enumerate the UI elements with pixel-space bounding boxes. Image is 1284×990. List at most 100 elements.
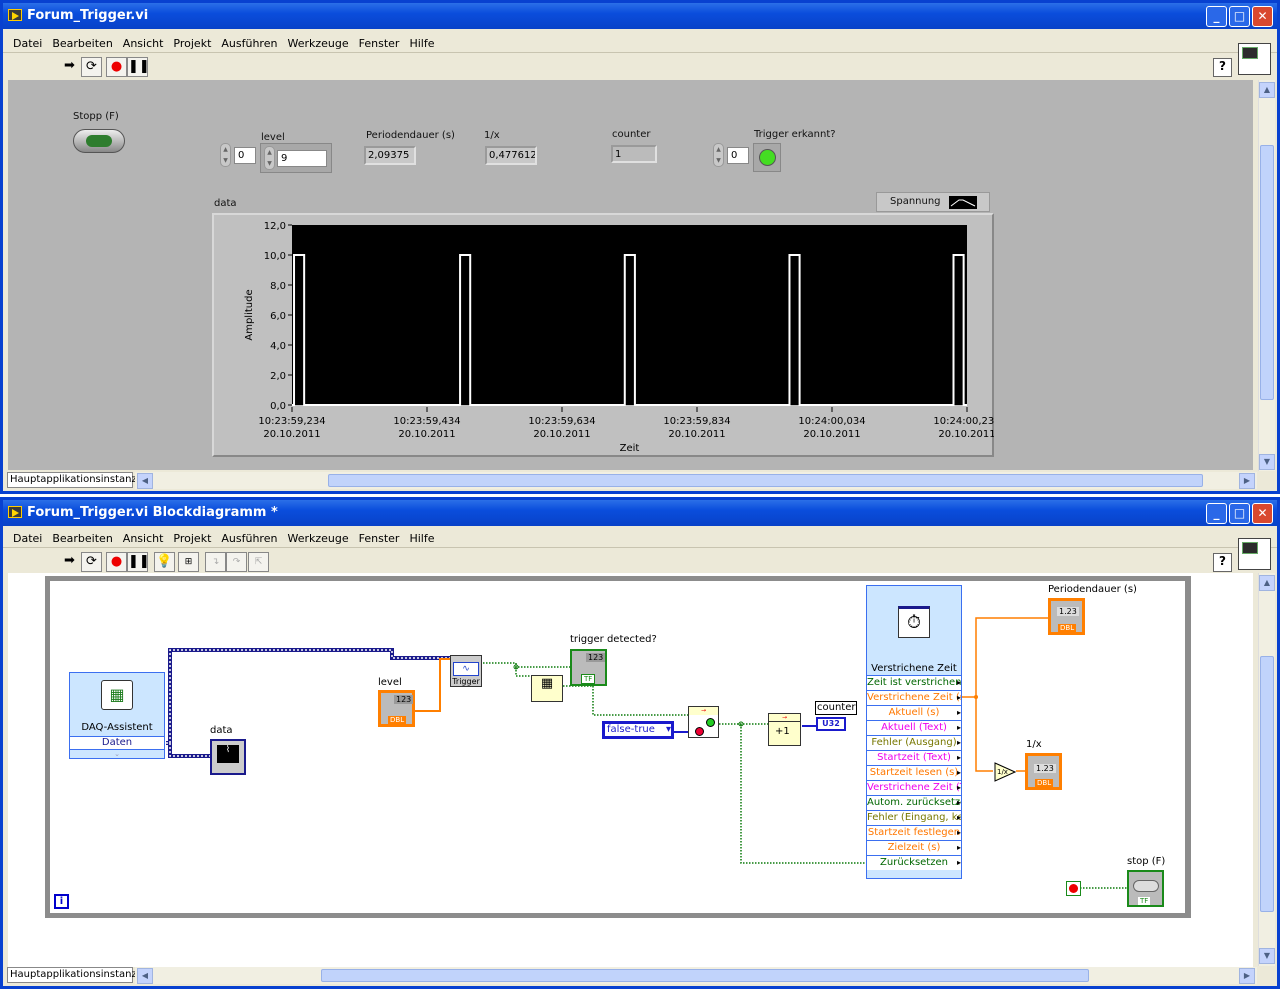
help-icon[interactable]: ? xyxy=(1213,58,1232,77)
scroll-down-button[interactable]: ▼ xyxy=(1259,948,1275,964)
scroll-left-button[interactable]: ◀ xyxy=(137,968,153,984)
elapsed-terminal-row[interactable]: Autom. zurücksetzen xyxy=(867,795,961,810)
menu-datei[interactable]: Datei xyxy=(8,34,47,53)
scroll-right-button[interactable]: ▶ xyxy=(1239,473,1255,489)
scroll-thumb[interactable] xyxy=(321,969,1089,982)
run-continuously-icon[interactable]: ⟳ xyxy=(81,552,102,572)
close-button[interactable]: ✕ xyxy=(1252,6,1273,27)
expand-chevron-icon[interactable]: ⌄ xyxy=(70,750,164,758)
counter-u32-terminal[interactable]: U32 xyxy=(816,717,846,731)
front-panel-vertical-scrollbar[interactable]: ▲ ▼ xyxy=(1258,80,1275,471)
menu-datei[interactable]: Datei xyxy=(8,529,47,548)
trigger-detected-terminal[interactable]: 123 TF xyxy=(570,649,607,686)
minimize-button[interactable]: _ xyxy=(1206,503,1227,524)
step-into-icon[interactable]: ↴ xyxy=(205,552,226,572)
run-arrow-icon[interactable]: ➡ xyxy=(59,552,80,572)
elapsed-terminal-row[interactable]: Startzeit (Text) xyxy=(867,750,961,765)
menu-hilfe[interactable]: Hilfe xyxy=(404,34,439,53)
edge-type-enum[interactable]: false-true ▾ xyxy=(602,721,674,739)
elapsed-time-node[interactable]: ⏱ Verstrichene Zeit Zeit ist verstrichen… xyxy=(866,585,962,879)
trigger-detection-vi[interactable]: ∿ Trigger xyxy=(450,655,482,687)
stop-constant[interactable] xyxy=(1066,881,1081,896)
elapsed-terminal-row[interactable]: Fehler (Ausgang) xyxy=(867,735,961,750)
scroll-down-button[interactable]: ▼ xyxy=(1259,454,1275,470)
level-value-field[interactable]: 9 xyxy=(277,150,327,167)
connector-pane-icon[interactable] xyxy=(1238,43,1271,75)
stop-terminal[interactable]: TF xyxy=(1127,870,1164,907)
menu-bearbeiten[interactable]: Bearbeiten xyxy=(47,34,117,53)
diagram-vertical-scrollbar[interactable]: ▲ ▼ xyxy=(1258,573,1275,966)
menu-projekt[interactable]: Projekt xyxy=(168,529,216,548)
inverse-terminal[interactable]: 1.23 DBL xyxy=(1025,753,1062,790)
daq-output-daten[interactable]: Daten xyxy=(70,736,164,750)
close-button[interactable]: ✕ xyxy=(1252,503,1273,524)
toolbar: ➡ ⟳ ● ❚❚ ? xyxy=(3,54,1247,80)
index-array-node[interactable]: ▦ xyxy=(531,675,563,702)
elapsed-terminal-row[interactable]: Zurücksetzen xyxy=(867,855,961,870)
increment-counter-vi[interactable]: → +1 xyxy=(768,713,801,746)
block-diagram-titlebar[interactable]: Forum_Trigger.vi Blockdiagramm * _ □ ✕ xyxy=(3,500,1277,526)
elapsed-terminal-row[interactable]: Verstrichene Zeit (s) xyxy=(867,690,961,705)
step-out-icon[interactable]: ⇱ xyxy=(248,552,269,572)
dbl-tag: DBL xyxy=(1035,779,1054,787)
app-instance-status[interactable]: Hauptapplikationsinstanz xyxy=(7,472,137,488)
scroll-up-button[interactable]: ▲ xyxy=(1259,575,1275,591)
pause-icon[interactable]: ❚❚ xyxy=(127,552,150,572)
maximize-button[interactable]: □ xyxy=(1229,6,1250,27)
abort-icon[interactable]: ● xyxy=(106,57,127,77)
level-index-field[interactable]: 0 xyxy=(234,147,256,164)
help-icon[interactable]: ? xyxy=(1213,553,1232,572)
reciprocal-node[interactable]: 1/x xyxy=(994,762,1017,782)
menu-ausfuehren[interactable]: Ausführen xyxy=(216,529,282,548)
maximize-button[interactable]: □ xyxy=(1229,503,1250,524)
elapsed-terminal-row[interactable]: Zielzeit (s) xyxy=(867,840,961,855)
trigger-index-spinner[interactable]: ▲ ▼ xyxy=(713,143,724,167)
elapsed-terminal-row[interactable]: Verstrichene Zeit (Text) xyxy=(867,780,961,795)
level-terminal[interactable]: 123 DBL xyxy=(378,690,415,727)
elapsed-terminal-row[interactable]: Zeit ist verstrichen xyxy=(867,675,961,690)
elapsed-terminal-row[interactable]: Fehler (Eingang, kein Fehler) xyxy=(867,810,961,825)
front-panel-horizontal-scrollbar[interactable]: ◀ ▶ xyxy=(135,472,1257,489)
app-instance-status[interactable]: Hauptapplikationsinstanz xyxy=(7,967,137,983)
elapsed-terminal-row[interactable]: Startzeit lesen (s) xyxy=(867,765,961,780)
diagram-horizontal-scrollbar[interactable]: ◀ ▶ xyxy=(135,967,1257,984)
menu-hilfe[interactable]: Hilfe xyxy=(404,529,439,548)
level-value-spinner[interactable]: ▲ ▼ xyxy=(264,146,275,170)
scroll-right-button[interactable]: ▶ xyxy=(1239,968,1255,984)
scroll-thumb[interactable] xyxy=(1260,145,1274,400)
menu-werkzeuge[interactable]: Werkzeuge xyxy=(282,529,353,548)
menu-fenster[interactable]: Fenster xyxy=(354,529,405,548)
y-tick-label: 6,0 xyxy=(270,311,286,322)
front-panel-titlebar[interactable]: Forum_Trigger.vi _ □ ✕ xyxy=(3,3,1277,29)
period-terminal[interactable]: 1.23 DBL xyxy=(1048,598,1085,635)
scroll-left-button[interactable]: ◀ xyxy=(137,473,153,489)
retain-wire-values-icon[interactable]: ⊞ xyxy=(178,552,199,572)
scroll-thumb[interactable] xyxy=(328,474,1203,487)
menu-bearbeiten[interactable]: Bearbeiten xyxy=(47,529,117,548)
elapsed-terminal-row[interactable]: Aktuell (s) xyxy=(867,705,961,720)
highlight-execution-icon[interactable]: 💡 xyxy=(154,552,175,572)
abort-icon[interactable]: ● xyxy=(106,552,127,572)
step-over-icon[interactable]: ↷ xyxy=(226,552,247,572)
scroll-up-button[interactable]: ▲ xyxy=(1259,82,1275,98)
connector-pane-icon[interactable] xyxy=(1238,538,1271,570)
pause-icon[interactable]: ❚❚ xyxy=(127,57,150,77)
run-continuously-icon[interactable]: ⟳ xyxy=(81,57,102,77)
run-arrow-icon[interactable]: ➡ xyxy=(59,57,80,77)
elapsed-terminal-row[interactable]: Aktuell (Text) xyxy=(867,720,961,735)
boolean-crossing-vi[interactable]: → xyxy=(688,706,719,738)
menu-werkzeuge[interactable]: Werkzeuge xyxy=(282,34,353,53)
menu-projekt[interactable]: Projekt xyxy=(168,34,216,53)
data-chart-terminal[interactable]: ⌇ xyxy=(210,739,246,775)
menu-ausfuehren[interactable]: Ausführen xyxy=(216,34,282,53)
daq-assistant-node[interactable]: ▦ DAQ-Assistent Daten ⌄ xyxy=(69,672,165,759)
minimize-button[interactable]: _ xyxy=(1206,6,1227,27)
level-index-spinner[interactable]: ▲ ▼ xyxy=(220,143,231,167)
menu-ansicht[interactable]: Ansicht xyxy=(118,529,169,548)
menu-ansicht[interactable]: Ansicht xyxy=(118,34,169,53)
elapsed-terminal-row[interactable]: Startzeit festlegen xyxy=(867,825,961,840)
menu-fenster[interactable]: Fenster xyxy=(354,34,405,53)
stop-button[interactable] xyxy=(73,129,125,153)
scroll-thumb[interactable] xyxy=(1260,656,1274,912)
trigger-index-field[interactable]: 0 xyxy=(727,147,749,164)
